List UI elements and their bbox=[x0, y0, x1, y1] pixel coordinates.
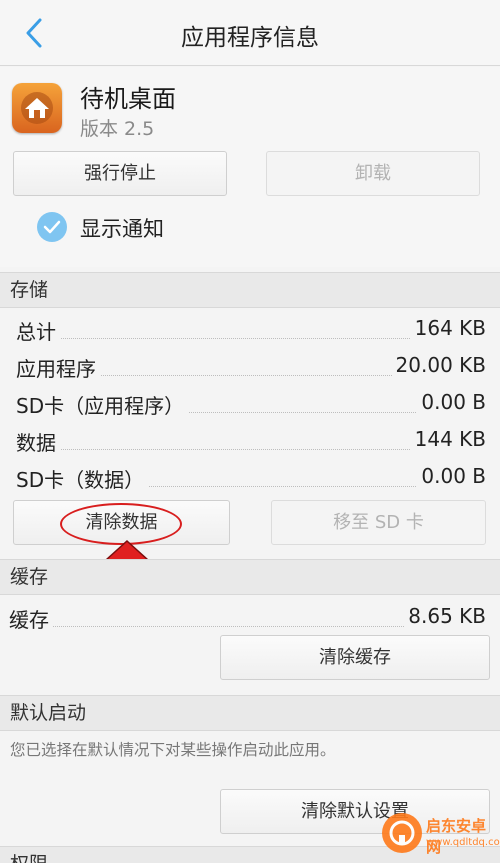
checkmark-icon bbox=[43, 220, 61, 234]
row-value: 164 KB bbox=[410, 316, 486, 340]
force-stop-button[interactable]: 强行停止 bbox=[13, 151, 227, 196]
show-notification-label: 显示通知 bbox=[80, 217, 164, 241]
row-value: 0.00 B bbox=[417, 390, 486, 414]
watermark: 启东安卓网 www.qdltdq.com bbox=[382, 805, 500, 861]
section-header-label: 权限 bbox=[10, 849, 48, 863]
top-bar: 应用程序信息 bbox=[0, 0, 500, 66]
row-label: SD卡（应用程序） bbox=[16, 390, 189, 419]
row-label: SD卡（数据） bbox=[16, 464, 149, 493]
default-launch-section-header: 默认启动 bbox=[0, 695, 500, 731]
show-notification-checkbox[interactable] bbox=[37, 212, 67, 242]
storage-row-data: 数据 144 KB bbox=[0, 423, 500, 459]
row-value: 0.00 B bbox=[417, 464, 486, 488]
watermark-name: 启东安卓网 bbox=[426, 817, 487, 856]
cache-section-header: 缓存 bbox=[0, 559, 500, 595]
watermark-url: www.qdltdq.com bbox=[426, 837, 500, 848]
row-value: 20.00 KB bbox=[391, 353, 486, 377]
move-to-sd-button[interactable]: 移至 SD 卡 bbox=[271, 500, 486, 545]
storage-row-total: 总计 164 KB bbox=[0, 312, 500, 348]
app-icon bbox=[12, 83, 62, 133]
home-icon bbox=[21, 92, 53, 124]
cache-row: 缓存 8.65 KB bbox=[0, 600, 500, 636]
row-value: 8.65 KB bbox=[404, 604, 486, 628]
storage-row-sd-data: SD卡（数据） 0.00 B bbox=[0, 460, 500, 496]
row-label: 总计 bbox=[16, 316, 60, 345]
uninstall-button[interactable]: 卸载 bbox=[266, 151, 480, 196]
row-label: 数据 bbox=[16, 427, 60, 456]
row-label: 缓存 bbox=[9, 604, 53, 633]
storage-section-header: 存储 bbox=[0, 272, 500, 308]
page-title: 应用程序信息 bbox=[181, 25, 319, 51]
watermark-logo-icon bbox=[382, 813, 422, 853]
app-header: 待机桌面 版本 2.5 强行停止 卸载 显示通知 bbox=[0, 67, 500, 267]
storage-row-app: 应用程序 20.00 KB bbox=[0, 349, 500, 385]
app-name: 待机桌面 bbox=[80, 85, 176, 113]
app-version: 版本 2.5 bbox=[80, 118, 155, 140]
storage-row-sd-app: SD卡（应用程序） 0.00 B bbox=[0, 386, 500, 422]
row-label: 应用程序 bbox=[16, 353, 100, 382]
row-value: 144 KB bbox=[410, 427, 486, 451]
default-launch-description: 您已选择在默认情况下对某些操作启动此应用。 bbox=[10, 741, 336, 759]
clear-cache-button[interactable]: 清除缓存 bbox=[220, 635, 490, 680]
